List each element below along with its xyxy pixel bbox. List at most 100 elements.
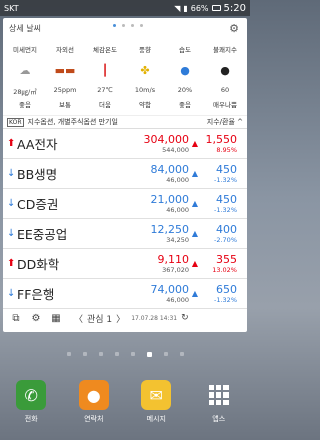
stock-change-value: 450 — [216, 163, 237, 176]
stock-row[interactable]: ↓ CD증권 21,000 46,000 ▲ 450 -1.32% — [3, 189, 247, 219]
home-page-dot[interactable] — [66, 352, 71, 356]
home-page-dot[interactable] — [114, 352, 119, 356]
weather-value: 60 — [220, 86, 230, 94]
home-page-indicator — [0, 352, 250, 357]
down-arrow-icon: ↓ — [7, 228, 16, 239]
weather-value: 28㎍/㎥ — [13, 88, 37, 96]
page-dot[interactable] — [113, 24, 116, 27]
page-dot[interactable] — [131, 24, 134, 27]
stock-volume: 34,250 — [166, 236, 189, 244]
stock-price-value: 9,110 — [157, 253, 190, 266]
stock-list: ⬆ AA전자 304,000 544,000 ▲ 1,550 8.95% ↓ BB생명 84,00… — [3, 129, 247, 309]
home-page-dot[interactable] — [130, 352, 135, 356]
triangle-up-icon: ▲ — [191, 229, 199, 238]
index-exchange-link[interactable]: 지수/환율 ^ — [207, 117, 243, 127]
stock-price: 21,000 46,000 — [133, 193, 190, 214]
stock-volume: 46,000 — [166, 296, 189, 304]
phone-app[interactable]: ✆ 전화 — [6, 380, 56, 424]
pinwheel-icon: ✤ — [140, 64, 150, 77]
home-page-dot[interactable] — [163, 352, 168, 356]
stock-change-rate: 8.95% — [216, 146, 237, 154]
refresh-icon[interactable]: ↻ — [181, 313, 189, 323]
next-group-arrow[interactable]: 〉 — [116, 312, 125, 325]
stock-price-value: 304,000 — [143, 133, 190, 146]
stock-name-text: EE중공업 — [17, 227, 68, 242]
stock-change-value: 355 — [216, 253, 237, 266]
stock-row[interactable]: ↓ EE중공업 12,250 34,250 ▲ 400 -2.70% — [3, 219, 247, 249]
gear-icon[interactable]: ⚙ — [229, 22, 239, 35]
stock-change-rate: -1.32% — [214, 206, 237, 214]
home-page-dot[interactable] — [179, 352, 184, 356]
stock-change-value: 400 — [216, 223, 237, 236]
stock-name: ⬆ DD화학 — [7, 254, 133, 273]
weather-label: 체감온도 — [93, 46, 117, 54]
home-page-dot[interactable] — [82, 352, 87, 356]
apps-drawer[interactable]: 앱스 — [194, 380, 244, 424]
page-dot[interactable] — [122, 24, 125, 27]
stock-volume: 544,000 — [162, 146, 189, 154]
weather-label: 자외선 — [56, 46, 74, 54]
up-arrow-icon: ⬆ — [7, 138, 16, 149]
stock-price-value: 12,250 — [150, 223, 190, 236]
home-page-dot-active[interactable] — [146, 352, 152, 357]
prev-group-arrow[interactable]: 〈 — [74, 312, 83, 325]
cloud-icon: ☁ — [19, 64, 31, 77]
update-timestamp: 17.07.28 14:31 — [131, 314, 178, 322]
weather-status: 좋음 보통 더움 약함 좋음 매우나쁨 — [3, 99, 247, 109]
app-dock: ✆ 전화 ● 연락처 ✉ 메시지 앱스 — [0, 380, 250, 440]
stock-row[interactable]: ↓ FF은행 74,000 46,000 ▲ 650 -1.32% — [3, 279, 247, 309]
contacts-app[interactable]: ● 연락처 — [69, 380, 119, 424]
stock-name: ↓ FF은행 — [7, 284, 133, 303]
open-app-icon[interactable]: ⧉ — [6, 313, 26, 324]
stock-price: 304,000 544,000 — [133, 133, 190, 154]
market-ticker[interactable]: KOR 지수옵션, 개별주식옵션 만기일 지수/환율 ^ — [3, 115, 247, 129]
apps-label: 앱스 — [212, 415, 226, 423]
weather-status-text: 보통 — [59, 101, 71, 109]
face-icon: ● — [220, 64, 230, 77]
weather-status-text: 더움 — [99, 101, 111, 109]
weather-value: 27℃ — [97, 86, 113, 94]
weather-label: 풍향 — [139, 46, 151, 54]
stock-change-rate: -2.70% — [214, 236, 237, 244]
stock-change-value: 1,550 — [205, 133, 238, 146]
stock-name-text: CD증권 — [17, 197, 59, 212]
stock-price-value: 84,000 — [150, 163, 190, 176]
stock-price-value: 21,000 — [150, 193, 190, 206]
weather-status-text: 좋음 — [19, 101, 31, 109]
stock-change: 1,550 8.95% — [201, 133, 238, 154]
down-arrow-icon: ↓ — [7, 198, 16, 209]
stock-name-text: AA전자 — [17, 137, 58, 152]
stock-price: 84,000 46,000 — [133, 163, 190, 184]
stock-widget: 상세 날씨 ⚙ 미세먼지 자외선 체감온도 풍향 습도 불쾌지수 ☁ ▬▬ ┃ … — [3, 18, 247, 332]
ticker-text: 지수옵션, 개별주식옵션 만기일 — [27, 118, 118, 126]
carrier-label: SKT — [4, 3, 19, 13]
weather-status-text: 약함 — [139, 101, 151, 109]
stock-row[interactable]: ⬆ AA전자 304,000 544,000 ▲ 1,550 8.95% — [3, 129, 247, 159]
down-arrow-icon: ↓ — [7, 168, 16, 179]
stock-change-rate: -1.32% — [214, 176, 237, 184]
triangle-up-icon: ▲ — [191, 199, 199, 208]
stock-name-text: BB생명 — [17, 167, 58, 182]
weather-value: 20% — [177, 86, 193, 94]
contacts-label: 연락처 — [84, 415, 104, 423]
triangle-up-icon: ▲ — [191, 139, 199, 148]
home-page-dot[interactable] — [98, 352, 103, 356]
weather-status-text: 매우나쁨 — [213, 101, 237, 109]
weather-label: 습도 — [179, 46, 191, 54]
messages-app[interactable]: ✉ 메시지 — [131, 380, 181, 424]
page-dot[interactable] — [140, 24, 143, 27]
calculator-icon[interactable]: ▦ — [46, 313, 66, 324]
watchlist-group-label: 관심 1 — [87, 314, 113, 325]
weather-label: 미세먼지 — [13, 46, 37, 54]
signal-icon: ▮ — [183, 3, 188, 13]
wifi-icon: ◥ — [174, 3, 181, 13]
grid-icon — [204, 380, 234, 410]
settings-icon[interactable]: ⚙ — [26, 313, 46, 324]
stock-price-value: 74,000 — [150, 283, 190, 296]
stock-row[interactable]: ↓ BB생명 84,000 46,000 ▲ 450 -1.32% — [3, 159, 247, 189]
contacts-icon: ● — [78, 380, 109, 410]
stock-volume: 46,000 — [166, 206, 189, 214]
stock-change-value: 650 — [216, 283, 237, 296]
stock-row[interactable]: ⬆ DD화학 9,110 367,020 ▲ 355 13.02% — [3, 249, 247, 279]
weather-status-text: 좋음 — [179, 101, 191, 109]
